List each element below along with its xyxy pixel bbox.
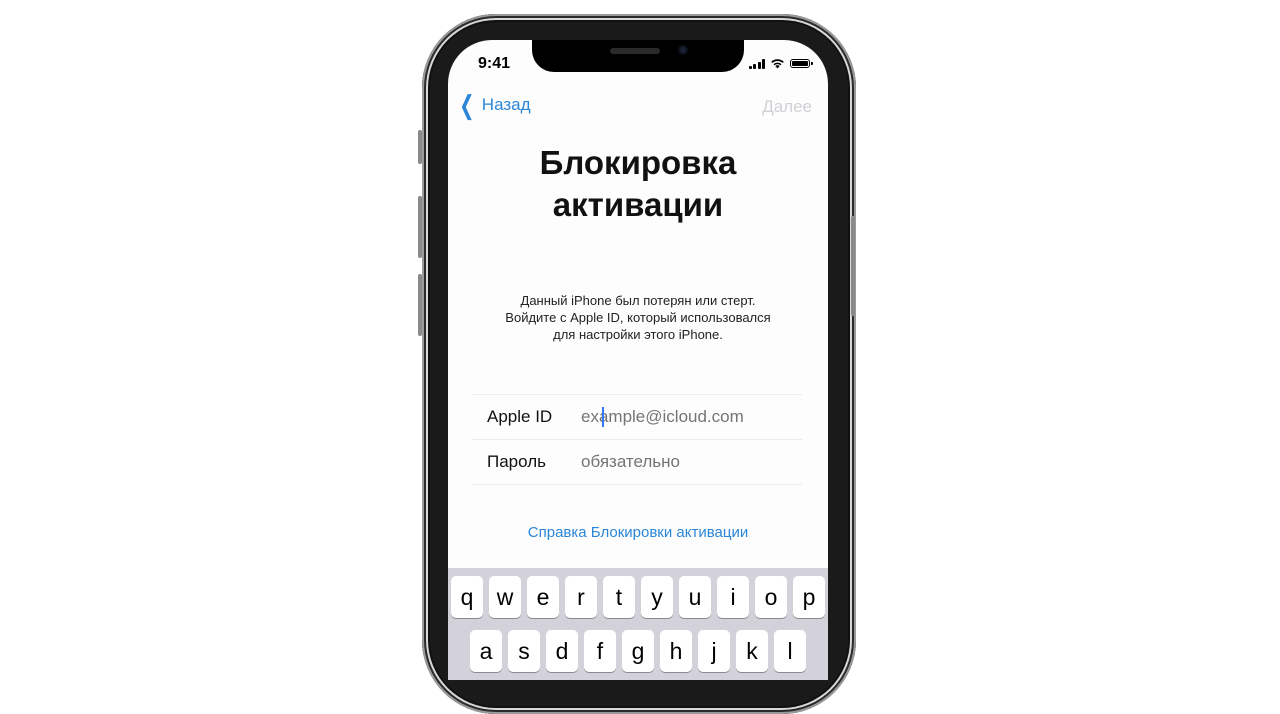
- page-title: Блокировка активации: [448, 142, 828, 226]
- description-line-3: для настройки этого iPhone.: [553, 327, 723, 342]
- key-o[interactable]: o: [755, 576, 787, 618]
- speaker-grille: [610, 48, 660, 54]
- volume-down-button: [418, 274, 422, 336]
- key-r[interactable]: r: [565, 576, 597, 618]
- phone-screen: 9:41 ❮ Назад Далее Блокировка активации …: [448, 40, 828, 680]
- back-label: Назад: [481, 95, 531, 114]
- front-camera: [678, 45, 688, 55]
- next-button[interactable]: Далее: [762, 97, 812, 117]
- key-i[interactable]: i: [717, 576, 749, 618]
- key-j[interactable]: j: [698, 630, 730, 672]
- key-d[interactable]: d: [546, 630, 578, 672]
- key-u[interactable]: u: [679, 576, 711, 618]
- apple-id-input[interactable]: [577, 407, 802, 427]
- password-input[interactable]: [581, 452, 802, 472]
- key-e[interactable]: e: [527, 576, 559, 618]
- key-f[interactable]: f: [584, 630, 616, 672]
- battery-icon: [790, 59, 813, 68]
- activation-lock-help-link[interactable]: Справка Блокировки активации: [448, 524, 828, 541]
- key-t[interactable]: t: [603, 576, 635, 618]
- keyboard: q w e r t y u i o p a s d f g h j k l: [448, 568, 828, 680]
- key-p[interactable]: p: [793, 576, 825, 618]
- password-row: Пароль: [472, 439, 802, 485]
- description-line-1: Данный iPhone был потерян или стерт.: [520, 293, 756, 308]
- keyboard-row-1: q w e r t y u i o p: [448, 568, 828, 618]
- volume-up-button: [418, 196, 422, 258]
- key-a[interactable]: a: [470, 630, 502, 672]
- key-y[interactable]: y: [641, 576, 673, 618]
- key-g[interactable]: g: [622, 630, 654, 672]
- text-caret: [602, 407, 604, 427]
- keyboard-row-2: a s d f g h j k l: [448, 618, 828, 672]
- cellular-signal-icon: [748, 58, 765, 69]
- description: Данный iPhone был потерян или стерт. Вой…: [448, 292, 828, 343]
- status-icons: [748, 58, 813, 69]
- apple-id-row: Apple ID: [472, 394, 802, 439]
- key-w[interactable]: w: [489, 576, 521, 618]
- key-k[interactable]: k: [736, 630, 768, 672]
- wifi-icon: [771, 59, 784, 69]
- silent-switch: [418, 130, 422, 164]
- key-s[interactable]: s: [508, 630, 540, 672]
- key-l[interactable]: l: [774, 630, 806, 672]
- notch: [532, 40, 744, 72]
- key-h[interactable]: h: [660, 630, 692, 672]
- status-time: 9:41: [478, 55, 511, 72]
- login-form: Apple ID Пароль: [472, 394, 802, 485]
- apple-id-label: Apple ID: [487, 407, 553, 426]
- title-line-2: активации: [552, 186, 724, 223]
- back-button[interactable]: ❮ Назад: [456, 90, 531, 120]
- side-button: [851, 216, 855, 316]
- chevron-left-icon: ❮: [459, 90, 475, 120]
- title-line-1: Блокировка: [539, 144, 737, 181]
- description-line-2: Войдите с Apple ID, который использовалс…: [505, 310, 771, 325]
- key-q[interactable]: q: [451, 576, 483, 618]
- password-label: Пароль: [487, 452, 546, 471]
